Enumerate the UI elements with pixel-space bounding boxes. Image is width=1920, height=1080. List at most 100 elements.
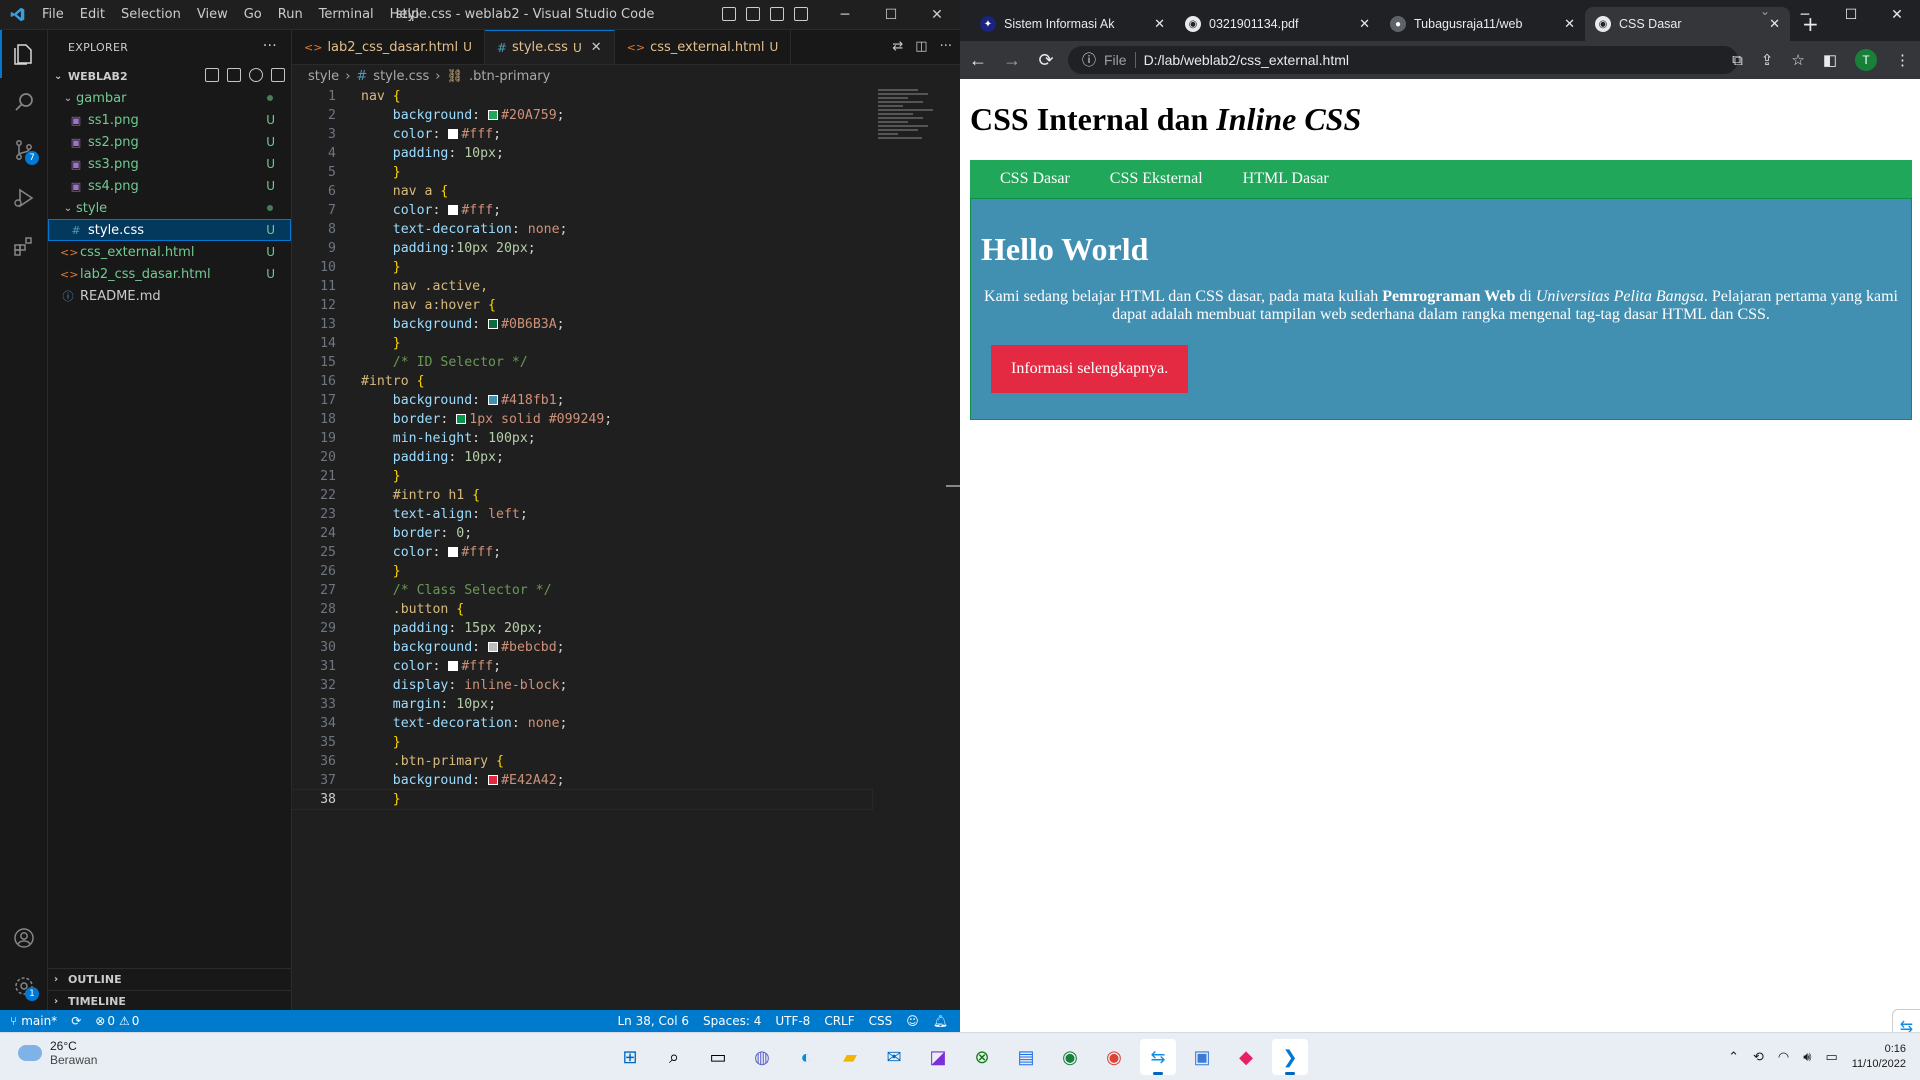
code-line[interactable]: 34 text-decoration: none; [292, 714, 872, 733]
tab-style-css[interactable]: # style.css U ✕ [484, 30, 615, 64]
tree-item-readme[interactable]: ⓘ README.md [48, 285, 291, 307]
code-line[interactable]: 28 .button { [292, 600, 872, 619]
project-root[interactable]: ⌄ WEBLAB2 [48, 65, 291, 87]
edge-icon[interactable]: ◐ [788, 1039, 824, 1075]
browser-tab-github[interactable]: ● Tubagusraja11/web ✕ [1380, 7, 1585, 41]
close-tab-icon[interactable]: ✕ [1359, 16, 1370, 32]
volume-icon[interactable]: 🔊︎ [1803, 1049, 1811, 1065]
code-line[interactable]: 26 } [292, 562, 872, 581]
run-debug-icon[interactable] [0, 174, 48, 222]
code-line[interactable]: 24 border: 0; [292, 524, 872, 543]
task-view-icon[interactable]: ▭ [700, 1039, 736, 1075]
file-explorer-icon[interactable]: ▰ [832, 1039, 868, 1075]
code-line[interactable]: 38 } [291, 789, 873, 810]
breadcrumb-symbol[interactable]: .btn-primary [469, 69, 550, 84]
code-line[interactable]: 11 nav .active, [292, 277, 872, 296]
notepad-icon[interactable]: ▤ [1008, 1039, 1044, 1075]
code-line[interactable]: 5 } [292, 163, 872, 182]
back-button[interactable]: ← [968, 50, 988, 71]
menu-file[interactable]: File [34, 0, 72, 30]
error-count[interactable]: 0 [107, 1014, 115, 1028]
menu-selection[interactable]: Selection [113, 0, 189, 30]
search-icon[interactable] [0, 78, 48, 126]
breadcrumb-file[interactable]: style.css [373, 69, 429, 84]
code-line[interactable]: 12 nav a:hover { [292, 296, 872, 315]
code-line[interactable]: 9 padding:10px 20px; [292, 239, 872, 258]
code-line[interactable]: 27 /* Class Selector */ [292, 581, 872, 600]
code-line[interactable]: 36 .btn-primary { [292, 752, 872, 771]
code-line[interactable]: 2 background: #20A759; [292, 106, 872, 125]
split-editor-icon[interactable]: ◫ [915, 39, 927, 54]
sync-icon[interactable]: ⟳ [71, 1014, 81, 1028]
manage-gear-icon[interactable]: 1 [0, 962, 48, 1010]
code-line[interactable]: 33 margin: 10px; [292, 695, 872, 714]
code-line[interactable]: 37 background: #E42A42; [292, 771, 872, 790]
profile-avatar[interactable]: T [1855, 49, 1877, 71]
browser-tab-pdf[interactable]: ◉ 0321901134.pdf ✕ [1175, 7, 1380, 41]
line-ending[interactable]: CRLF [824, 1014, 854, 1028]
code-line[interactable]: 20 padding: 10px; [292, 448, 872, 467]
nav-link-html-dasar[interactable]: HTML Dasar [1223, 160, 1349, 198]
toggle-primary-sidebar-icon[interactable] [722, 7, 736, 21]
customize-layout-icon[interactable] [794, 7, 808, 21]
code-line[interactable]: 4 padding: 10px; [292, 144, 872, 163]
code-line[interactable]: 16 #intro { [292, 372, 872, 391]
start-icon[interactable]: ⊞ [612, 1039, 648, 1075]
side-panel-icon[interactable]: ◧ [1823, 51, 1837, 69]
chevron-up-icon[interactable]: ⌃ [1728, 1049, 1739, 1065]
address-bar[interactable]: ⓘ File D:/lab/weblab2/css_external.html [1068, 46, 1738, 74]
branch-name[interactable]: main* [21, 1014, 57, 1028]
close-button[interactable]: ✕ [914, 0, 960, 30]
code-line[interactable]: 6 nav a { [292, 182, 872, 201]
share-icon[interactable]: ⇪ [1761, 51, 1774, 69]
nav-link-css-eksternal[interactable]: CSS Eksternal [1090, 160, 1223, 198]
explorer-icon[interactable] [0, 30, 48, 78]
tree-item-ss1[interactable]: ▣ ss1.png U [48, 109, 291, 131]
tree-item-ss3[interactable]: ▣ ss3.png U [48, 153, 291, 175]
visual-studio-icon[interactable]: ◪ [920, 1039, 956, 1075]
close-tab-icon[interactable]: ✕ [591, 40, 602, 55]
code-line[interactable]: 13 background: #0B6B3A; [292, 315, 872, 334]
code-line[interactable]: 30 background: #bebcbd; [292, 638, 872, 657]
tab-search-icon[interactable]: ⌄ [1760, 4, 1770, 18]
tree-item-style-css[interactable]: # style.css U [48, 219, 291, 241]
minimap[interactable] [870, 87, 960, 167]
forward-button[interactable]: → [1002, 50, 1022, 71]
maximize-button[interactable]: ☐ [868, 0, 914, 30]
color-app-icon[interactable]: ◆ [1228, 1039, 1264, 1075]
extensions-icon[interactable] [0, 222, 48, 270]
tree-item-ss4[interactable]: ▣ ss4.png U [48, 175, 291, 197]
network-sync-icon[interactable]: ⟲ [1753, 1049, 1764, 1065]
more-info-button[interactable]: Informasi selengkapnya. [991, 345, 1189, 393]
code-line[interactable]: 32 display: inline-block; [292, 676, 872, 695]
maximize-button[interactable]: ☐ [1828, 0, 1874, 30]
tree-item-gambar[interactable]: ⌄ gambar [48, 87, 291, 109]
indentation[interactable]: Spaces: 4 [703, 1014, 761, 1028]
tree-item-ss2[interactable]: ▣ ss2.png U [48, 131, 291, 153]
timeline-section[interactable]: › TIMELINE [48, 990, 292, 1012]
code-line[interactable]: 23 text-align: left; [292, 505, 872, 524]
notifications-bell-icon[interactable]: 🔔︎ [933, 1014, 948, 1028]
teamviewer-app-icon[interactable]: ⇆ [1140, 1039, 1176, 1075]
minimize-button[interactable]: ─ [822, 0, 868, 30]
code-line[interactable]: 18 border: 1px solid #099249; [292, 410, 872, 429]
code-line[interactable]: 35 } [292, 733, 872, 752]
warning-count[interactable]: 0 [132, 1014, 140, 1028]
code-line[interactable]: 29 padding: 15px 20px; [292, 619, 872, 638]
open-changes-icon[interactable]: ⇄ [892, 39, 903, 54]
chrome-icon[interactable]: ◉ [1096, 1039, 1132, 1075]
toggle-secondary-sidebar-icon[interactable] [770, 7, 784, 21]
mail-icon[interactable]: ✉ [876, 1039, 912, 1075]
source-control-icon[interactable]: 7 [0, 126, 48, 174]
battery-icon[interactable]: ▭ [1825, 1049, 1837, 1065]
bookmark-star-icon[interactable]: ☆ [1791, 51, 1804, 69]
chrome-profile-icon[interactable]: ◉ [1052, 1039, 1088, 1075]
xbox-icon[interactable]: ⊗ [964, 1039, 1000, 1075]
remote-desktop-icon[interactable]: ▣ [1184, 1039, 1220, 1075]
translate-icon[interactable]: ⧉ [1732, 52, 1743, 69]
clock[interactable]: 0:16 11/10/2022 [1852, 1042, 1906, 1072]
language-mode[interactable]: CSS [869, 1014, 893, 1028]
code-editor[interactable]: 1 nav {2 background: #20A759; 3 color: #ff… [291, 87, 873, 810]
refresh-icon[interactable] [249, 68, 263, 82]
code-line[interactable]: 10 } [292, 258, 872, 277]
